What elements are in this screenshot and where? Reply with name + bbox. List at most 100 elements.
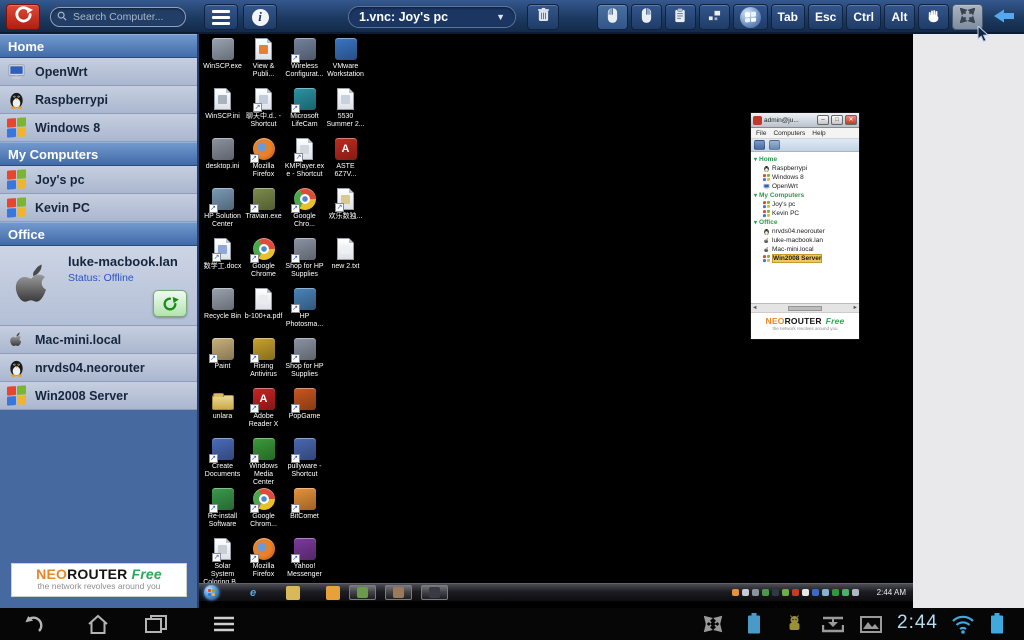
tray-icon[interactable] [812, 589, 819, 596]
desktop-icon[interactable]: ↗Travian.exe [243, 188, 284, 221]
desktop-icon[interactable]: ↗欢乐数独... [325, 188, 366, 221]
desktop-icon[interactable]: View & Publi... [243, 38, 284, 79]
taskbar-app-button[interactable] [385, 585, 412, 600]
sidebar-item[interactable]: Kevin PC [0, 194, 197, 222]
maximize-button[interactable]: □ [831, 115, 843, 125]
fullscreen-toggle-icon[interactable] [703, 615, 723, 633]
pan-mode-button[interactable] [918, 4, 949, 30]
search-input[interactable] [71, 10, 179, 24]
tray-icon[interactable] [772, 589, 779, 596]
tree-item[interactable]: Windows 8 [763, 173, 859, 182]
desktop-icon[interactable]: 5530 Summer 2... [325, 88, 366, 129]
tray-icon[interactable] [732, 589, 739, 596]
tray-icon[interactable] [802, 589, 809, 596]
remote-taskbar[interactable]: e 2:44 AM [199, 583, 913, 601]
clipboard-button[interactable] [665, 4, 696, 30]
desktop-icon[interactable]: ↗Re-install Software [202, 488, 243, 529]
scroll-right-arrow[interactable]: ► [853, 305, 858, 311]
windows-key-button[interactable] [733, 4, 768, 30]
app-menu-button[interactable] [210, 613, 238, 635]
desktop-icon[interactable]: ↗Shop for HP Supplies [284, 238, 325, 279]
tray-icon[interactable] [782, 589, 789, 596]
start-button[interactable] [204, 585, 219, 600]
sidebar-item[interactable]: OpenWrt [0, 58, 197, 86]
remote-desktop-viewport[interactable]: WinSCP.exeView & Publi...↗Wireless Confi… [199, 34, 913, 608]
neorouter-app-icon[interactable] [6, 4, 40, 30]
back-button[interactable] [20, 613, 48, 635]
tree-section[interactable]: ▾Office [754, 218, 859, 227]
desktop-icon[interactable]: Recycle Bin [202, 288, 243, 321]
ctrl-key-button[interactable]: Ctrl [846, 4, 881, 30]
remote-neorouter-window[interactable]: admin@ju... – □ ✕ File Computers Help ▾Hom… [750, 112, 860, 340]
desktop-icon[interactable]: ↗Yahoo! Messenger [284, 538, 325, 579]
tree-section[interactable]: ▾Home [754, 155, 859, 164]
desktop-icon[interactable]: ↗聊天中.d.. - Shortcut [243, 88, 284, 129]
sidebar-item[interactable]: nrvds04.neorouter [0, 354, 197, 382]
info-button[interactable]: i [243, 4, 277, 30]
tree-item[interactable]: Joy's pc [763, 200, 859, 209]
tree-item[interactable]: Raspberrypi [763, 164, 859, 173]
sidebar-item[interactable]: Win2008 Server [0, 382, 197, 410]
tab-key-button[interactable]: Tab [771, 4, 805, 30]
wifi-icon[interactable] [951, 615, 975, 634]
close-session-button[interactable] [527, 4, 559, 30]
resize-display-button[interactable] [699, 4, 730, 30]
recent-apps-button[interactable] [142, 613, 170, 635]
esc-key-button[interactable]: Esc [808, 4, 843, 30]
minimize-button[interactable]: – [817, 115, 829, 125]
sidebar-item[interactable]: Windows 8 [0, 114, 197, 142]
desktop-icon[interactable]: ↗HP Photosma... [284, 288, 325, 329]
desktop-icon[interactable]: ↗Create Documents [202, 438, 243, 479]
desktop-icon[interactable]: ↗pullyware - Shortcut [284, 438, 325, 479]
desktop-icon[interactable]: ↗Mozilla Firefox [243, 538, 284, 579]
usb-storage-icon[interactable] [822, 616, 844, 633]
taskbar-icon[interactable] [326, 586, 340, 600]
desktop-icon[interactable]: unlara [202, 388, 243, 421]
tree-item[interactable]: luke-macbook.lan [763, 236, 859, 245]
desktop-icon[interactable]: A↗Adobe Reader X [243, 388, 284, 429]
desktop-icon[interactable]: new 2.txt [325, 238, 366, 271]
network-tool-icon[interactable] [769, 140, 780, 150]
desktop-icon[interactable]: WinSCP.ini [202, 88, 243, 121]
menu-button[interactable] [204, 4, 238, 30]
desktop-icon[interactable]: desktop.ini [202, 138, 243, 171]
tray-icon[interactable] [822, 589, 829, 596]
desktop-icon[interactable]: ↗Shop for HP Supplies [284, 338, 325, 379]
android-clock[interactable]: 2:44 [897, 612, 938, 634]
desktop-icon[interactable]: ↗Wireless Configurat... [284, 38, 325, 79]
desktop-icon[interactable]: ↗Windows Media Center [243, 438, 284, 487]
sidebar-item[interactable]: Raspberrypi [0, 86, 197, 114]
horizontal-scrollbar[interactable]: ◄ ► [751, 303, 859, 312]
menu-computers[interactable]: Computers [773, 130, 805, 137]
session-dropdown[interactable]: 1.vnc: Joy's pc ▼ [348, 6, 516, 28]
desktop-icon[interactable]: b-100+a.pdf [243, 288, 284, 321]
desktop-icon[interactable]: ↗KMPlayer.exe - Shortcut [284, 138, 325, 179]
desktop-icon[interactable]: ↗Rising Antivirus [243, 338, 284, 379]
menu-help[interactable]: Help [812, 130, 825, 137]
android-robot-icon[interactable] [786, 615, 803, 633]
taskbar-icon[interactable]: e [246, 586, 260, 600]
desktop-icon[interactable]: ↗BitComet [284, 488, 325, 521]
system-tray[interactable] [732, 589, 859, 596]
search-box[interactable] [50, 7, 186, 27]
desktop-icon[interactable]: ↗Microsoft LifeCam [284, 88, 325, 129]
battery-status-icon[interactable] [747, 613, 761, 634]
menu-file[interactable]: File [756, 130, 766, 137]
remote-window-titlebar[interactable]: admin@ju... – □ ✕ [751, 113, 859, 128]
tree-item[interactable]: Kevin PC [763, 209, 859, 218]
desktop-icon[interactable]: ↗Google Chro... [284, 188, 325, 229]
tree-section[interactable]: ▾My Computers [754, 191, 859, 200]
tray-icon[interactable] [852, 589, 859, 596]
sidebar-item-expanded[interactable]: luke-macbook.lanStatus: Offline [0, 246, 197, 326]
desktop-icon[interactable]: ↗Paint [202, 338, 243, 371]
wake-connect-button[interactable] [153, 290, 187, 317]
scrollbar-thumb[interactable] [788, 306, 822, 311]
tray-icon[interactable] [792, 589, 799, 596]
sidebar-item[interactable]: Joy's pc [0, 166, 197, 194]
taskbar-app-button[interactable] [421, 585, 448, 600]
tree-item[interactable]: OpenWrt [763, 182, 859, 191]
tray-icon[interactable] [752, 589, 759, 596]
desktop-icon[interactable]: ↗Mozilla Firefox [243, 138, 284, 179]
desktop-icon[interactable]: ↗数学工.docx [202, 238, 243, 271]
desktop-icon[interactable]: AASTE 6Z7V... [325, 138, 366, 179]
